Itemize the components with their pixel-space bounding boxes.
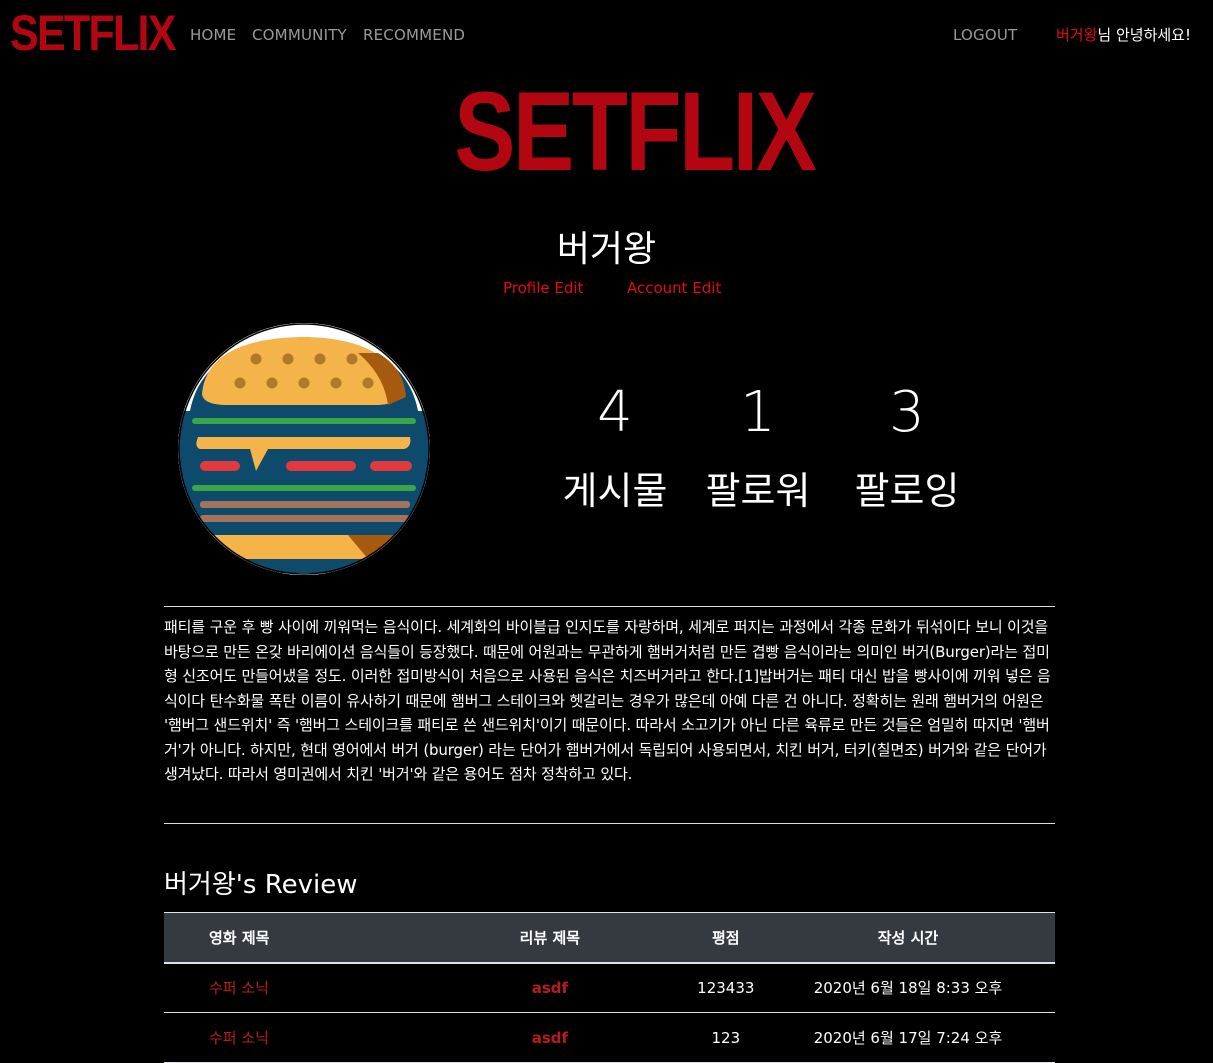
nav-link-home[interactable]: HOME (190, 26, 236, 44)
top-navbar: SETFLIX HOME COMMUNITY RECOMMEND LOGOUT … (0, 0, 1213, 70)
nav-link-community[interactable]: COMMUNITY (252, 26, 347, 44)
review-movie-link[interactable]: 수퍼 소닉 (164, 962, 460, 1013)
stat-followers-count: 1 (740, 380, 776, 445)
stat-followers-label: 팔로워 (705, 469, 811, 513)
stat-following-count: 3 (889, 380, 925, 445)
logout-link[interactable]: LOGOUT (953, 26, 1017, 44)
nav-logo[interactable]: SETFLIX (10, 8, 176, 58)
profile-username: 버거왕 (556, 229, 657, 270)
profile-edit-link[interactable]: Profile Edit (503, 279, 583, 297)
review-score: 123 (640, 1012, 811, 1063)
table-row: 수퍼 소닉 asdf 123433 2020년 6월 18일 8:33 오후 (164, 962, 1055, 1013)
review-table: 영화 제목 리뷰 제목 평점 작성 시간 수퍼 소닉 asdf 123433 2… (164, 912, 1055, 1063)
stat-following[interactable]: 3 팔로잉 (832, 385, 982, 515)
bio-divider-bottom (164, 823, 1055, 824)
greeting-text: 님 안녕하세요! (1097, 26, 1191, 44)
review-time: 2020년 6월 18일 8:33 오후 (810, 962, 1055, 1013)
review-section-heading: 버거왕's Review (164, 870, 358, 900)
column-header-time: 작성 시간 (810, 912, 1055, 964)
review-score: 123433 (640, 962, 811, 1013)
review-title-link[interactable]: asdf (459, 962, 641, 1013)
account-edit-link[interactable]: Account Edit (627, 279, 721, 297)
avatar (178, 323, 430, 575)
table-header-row: 영화 제목 리뷰 제목 평점 작성 시간 (164, 912, 1055, 964)
column-header-score: 평점 (640, 912, 811, 964)
column-header-review-title: 리뷰 제목 (459, 912, 641, 964)
stat-followers[interactable]: 1 팔로워 (683, 385, 833, 515)
stat-following-label: 팔로잉 (854, 469, 960, 513)
nav-link-recommend[interactable]: RECOMMEND (363, 26, 465, 44)
stat-posts[interactable]: 4 게시물 (540, 385, 690, 515)
review-movie-link[interactable]: 수퍼 소닉 (164, 1012, 460, 1063)
greeting-username[interactable]: 버거왕 (1056, 26, 1097, 44)
bio-divider-top (164, 606, 1055, 607)
review-time: 2020년 6월 17일 7:24 오후 (810, 1012, 1055, 1063)
hero-logo: SETFLIX (454, 69, 817, 194)
user-greeting: 버거왕님 안녕하세요! (1056, 24, 1191, 45)
column-header-movie: 영화 제목 (164, 912, 460, 964)
stat-posts-label: 게시물 (562, 469, 668, 513)
burger-icon (178, 323, 430, 575)
profile-bio: 패티를 구운 후 빵 사이에 끼워먹는 음식이다. 세계화의 바이블급 인지도를… (164, 618, 1051, 783)
table-row: 수퍼 소닉 asdf 123 2020년 6월 17일 7:24 오후 (164, 1012, 1055, 1063)
stat-posts-count: 4 (597, 380, 633, 445)
review-title-link[interactable]: asdf (459, 1012, 641, 1063)
